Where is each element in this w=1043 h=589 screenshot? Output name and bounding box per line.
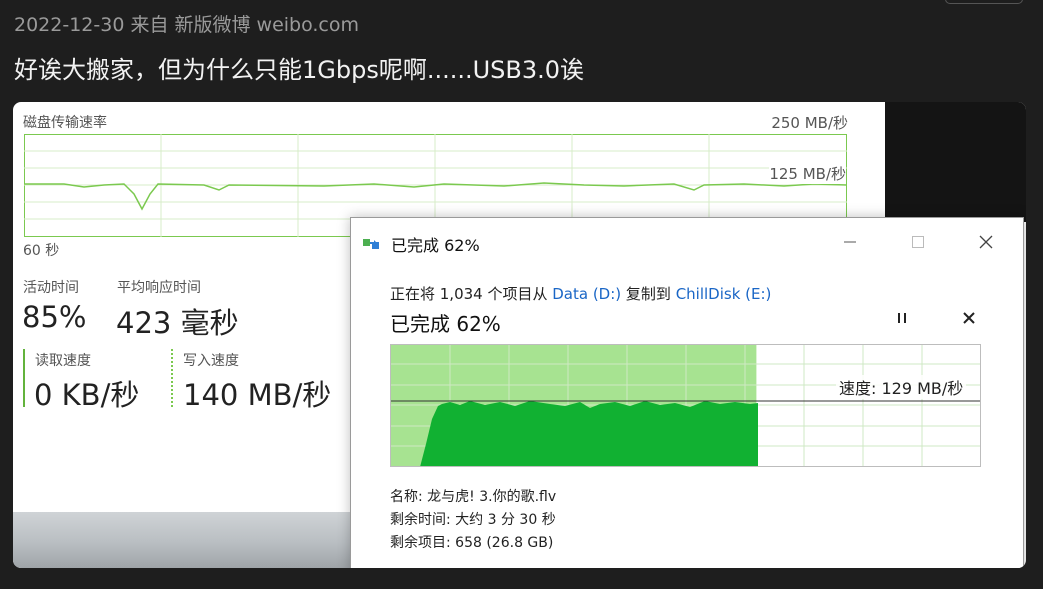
copy-progress-dialog: 已完成 62% 正在将 1,034 个项目从 Data (D:) 复制到 Chi… <box>350 217 1024 568</box>
write-speed-value: 140 MB/秒 <box>183 378 332 412</box>
time-left-line: 剩余时间: 大约 3 分 30 秒 <box>390 512 556 528</box>
avg-response-value: 423 毫秒 <box>116 306 239 340</box>
desktop-wallpaper <box>13 512 373 568</box>
post-meta: 2022-12-30 来自 新版微博 weibo.com <box>14 14 360 36</box>
pause-icon[interactable] <box>895 310 909 329</box>
file-name-line: 名称: 龙与虎! 3.你的歌.flv <box>390 489 557 505</box>
read-accent-bar <box>23 349 25 407</box>
speed-graph <box>390 344 981 467</box>
avg-response-label: 平均响应时间 <box>117 280 201 296</box>
write-accent-bar <box>171 349 173 407</box>
speed-label: 速度: 129 MB/秒 <box>836 375 967 399</box>
top-right-button[interactable] <box>945 0 1023 4</box>
background-strip <box>885 102 1026 222</box>
dialog-title: 已完成 62% <box>391 236 480 255</box>
post-text: 好诶大搬家，但为什么只能1Gbps呢啊......USB3.0诶 <box>14 56 585 84</box>
read-speed-label: 读取速度 <box>35 353 91 369</box>
active-time-label: 活动时间 <box>23 280 79 296</box>
maximize-icon[interactable] <box>903 228 933 256</box>
disk-graph-time-label: 60 秒 <box>23 243 60 259</box>
destination-link[interactable]: ChillDisk (E:) <box>676 285 772 303</box>
disk-graph-max-label: 250 MB/秒 <box>771 114 848 132</box>
disk-graph-mid-label: 125 MB/秒 <box>769 163 846 184</box>
copy-icon <box>363 239 379 249</box>
minimize-icon[interactable] <box>835 228 865 256</box>
source-link[interactable]: Data (D:) <box>552 285 621 303</box>
close-icon[interactable] <box>971 228 1001 256</box>
disk-graph-title: 磁盘传输速率 <box>23 115 107 131</box>
copy-description: 正在将 1,034 个项目从 Data (D:) 复制到 ChillDisk (… <box>390 285 772 303</box>
read-speed-value: 0 KB/秒 <box>34 378 140 412</box>
write-speed-label: 写入速度 <box>183 353 239 369</box>
transfer-speed-area <box>420 401 758 467</box>
cancel-icon[interactable] <box>962 310 976 329</box>
active-time-value: 85% <box>22 300 87 334</box>
items-left-line: 剩余项目: 658 (26.8 GB) <box>390 535 554 551</box>
progress-title: 已完成 62% <box>390 312 501 336</box>
post-image[interactable]: 磁盘传输速率 250 MB/秒 125 MB/秒 60 秒 活动时间 85% 平… <box>13 102 1026 568</box>
